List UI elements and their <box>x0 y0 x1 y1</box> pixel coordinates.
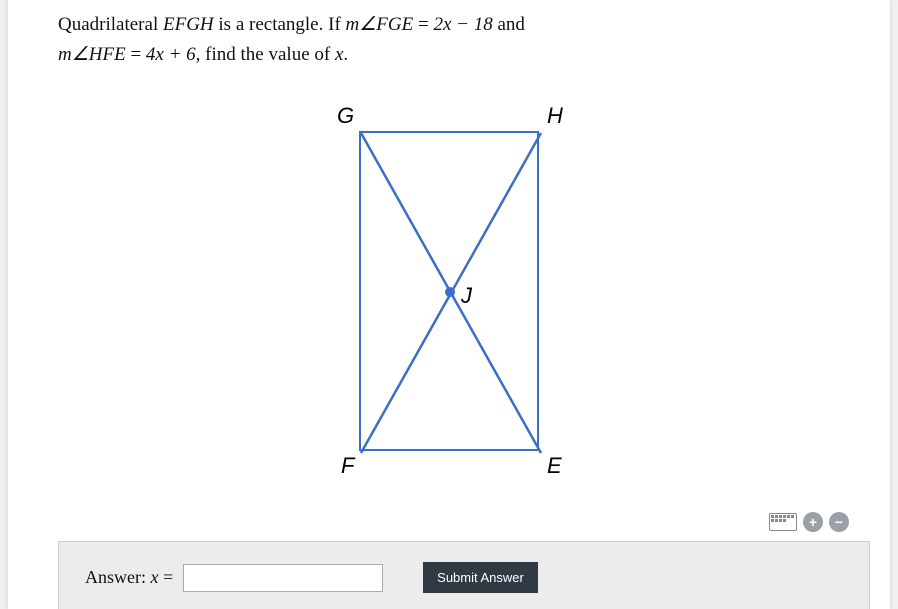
problem-text: Quadrilateral EFGH is a rectangle. If m∠… <box>58 10 840 71</box>
angle2: m∠HFE <box>58 44 126 65</box>
content: Quadrilateral EFGH is a rectangle. If m∠… <box>8 0 890 506</box>
label-f: F <box>341 453 354 479</box>
text-mid: is a rectangle. If <box>214 14 346 35</box>
shape-name: EFGH <box>163 14 214 35</box>
eq1: = <box>413 14 433 35</box>
zoom-in-button[interactable]: + <box>803 512 823 532</box>
zoom-out-button[interactable]: − <box>829 512 849 532</box>
answer-bar: + − Answer: x = Submit Answer <box>58 541 870 609</box>
eq2: = <box>126 44 146 65</box>
tail: , find the value of <box>196 44 335 65</box>
figure: G H F E J <box>319 101 579 501</box>
answer-var: x <box>151 567 159 587</box>
point-j-dot <box>445 287 455 297</box>
label-j: J <box>461 283 472 309</box>
answer-pre: Answer: <box>85 567 151 587</box>
expr2: 4x + 6 <box>146 44 196 65</box>
answer-eq: = <box>159 567 174 587</box>
label-h: H <box>547 103 563 129</box>
figure-wrap: G H F E J <box>58 101 840 506</box>
tool-icons: + − <box>769 512 849 532</box>
answer-input[interactable] <box>183 564 383 592</box>
angle1: m∠FGE <box>346 14 414 35</box>
keyboard-icon[interactable] <box>769 513 797 531</box>
and: and <box>493 14 525 35</box>
period: . <box>343 44 348 65</box>
text-pre: Quadrilateral <box>58 14 163 35</box>
expr1: 2x − 18 <box>433 14 492 35</box>
label-e: E <box>547 453 562 479</box>
answer-label: Answer: x = <box>85 567 173 588</box>
page: Quadrilateral EFGH is a rectangle. If m∠… <box>8 0 890 609</box>
submit-button[interactable]: Submit Answer <box>423 562 538 593</box>
label-g: G <box>337 103 354 129</box>
